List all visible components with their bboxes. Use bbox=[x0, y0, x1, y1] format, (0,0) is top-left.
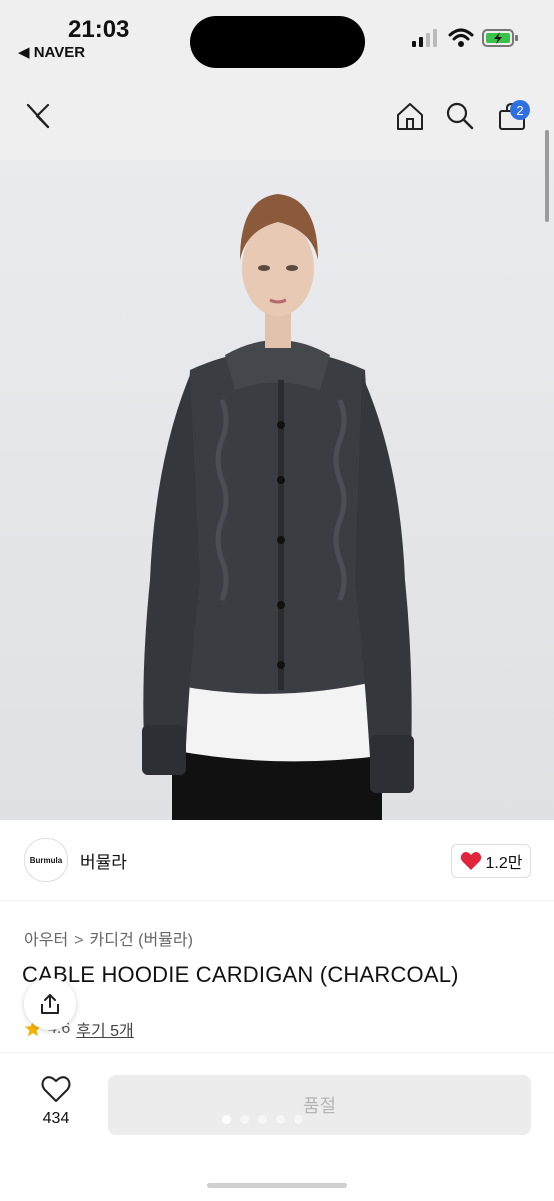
signal-icon bbox=[412, 29, 437, 47]
brand-logo-text: Burmula bbox=[29, 855, 63, 865]
share-button[interactable] bbox=[24, 978, 76, 1030]
cart-count-badge: 2 bbox=[510, 100, 530, 120]
search-button[interactable] bbox=[442, 98, 478, 134]
model-illustration bbox=[142, 194, 414, 820]
heart-filled-icon bbox=[460, 852, 481, 870]
pagination-dot[interactable] bbox=[240, 1115, 249, 1124]
bottom-action-bar: 434 품절 bbox=[0, 1052, 554, 1201]
brand-like-count: 1.2만 bbox=[485, 855, 523, 872]
home-icon bbox=[397, 103, 423, 130]
breadcrumb-separator: > bbox=[74, 932, 84, 949]
heart-outline-icon bbox=[41, 1076, 71, 1102]
dynamic-island bbox=[190, 16, 365, 68]
brand-like-button[interactable]: 1.2만 bbox=[451, 844, 531, 878]
status-bar: 21:03 ◀ NAVER bbox=[0, 0, 554, 80]
share-icon bbox=[41, 994, 59, 1014]
back-to-app-link[interactable]: ◀ NAVER bbox=[18, 43, 85, 61]
pagination-dot[interactable] bbox=[294, 1115, 303, 1124]
home-button[interactable] bbox=[392, 98, 428, 134]
system-icons bbox=[412, 28, 520, 48]
brand-row: Burmula 버뮬라 1.2만 bbox=[0, 820, 554, 901]
close-back-button[interactable] bbox=[20, 98, 56, 134]
product-image[interactable] bbox=[0, 160, 554, 820]
close-back-icon bbox=[26, 103, 50, 129]
brand-name[interactable]: 버뮬라 bbox=[80, 848, 127, 873]
breadcrumb-cardigan[interactable]: 카디건 (버뮬라) bbox=[90, 932, 193, 949]
page-scrollbar[interactable] bbox=[545, 130, 549, 222]
app-header bbox=[0, 88, 554, 150]
pagination-dot[interactable] bbox=[258, 1115, 267, 1124]
wifi-icon bbox=[448, 28, 474, 47]
home-indicator[interactable] bbox=[207, 1183, 347, 1188]
reviews-link[interactable]: 후기 5개 bbox=[76, 1017, 134, 1041]
breadcrumb-outer[interactable]: 아우터 bbox=[24, 932, 68, 949]
sold-out-button[interactable]: 품절 bbox=[108, 1075, 531, 1135]
status-time: 21:03 bbox=[68, 16, 130, 43]
wishlist-count: 434 bbox=[42, 1110, 70, 1127]
pagination-dot[interactable] bbox=[222, 1115, 231, 1124]
battery-charging-icon bbox=[482, 29, 518, 47]
brand-logo[interactable]: Burmula bbox=[24, 838, 68, 882]
image-pagination bbox=[222, 1115, 303, 1124]
pagination-dot[interactable] bbox=[276, 1115, 285, 1124]
wishlist-button[interactable]: 434 bbox=[30, 1075, 82, 1128]
product-title: CABLE HOODIE CARDIGAN (CHARCOAL) bbox=[22, 962, 459, 987]
breadcrumb: 아우터 > 카디건 (버뮬라) bbox=[24, 926, 193, 950]
search-icon bbox=[446, 102, 474, 130]
